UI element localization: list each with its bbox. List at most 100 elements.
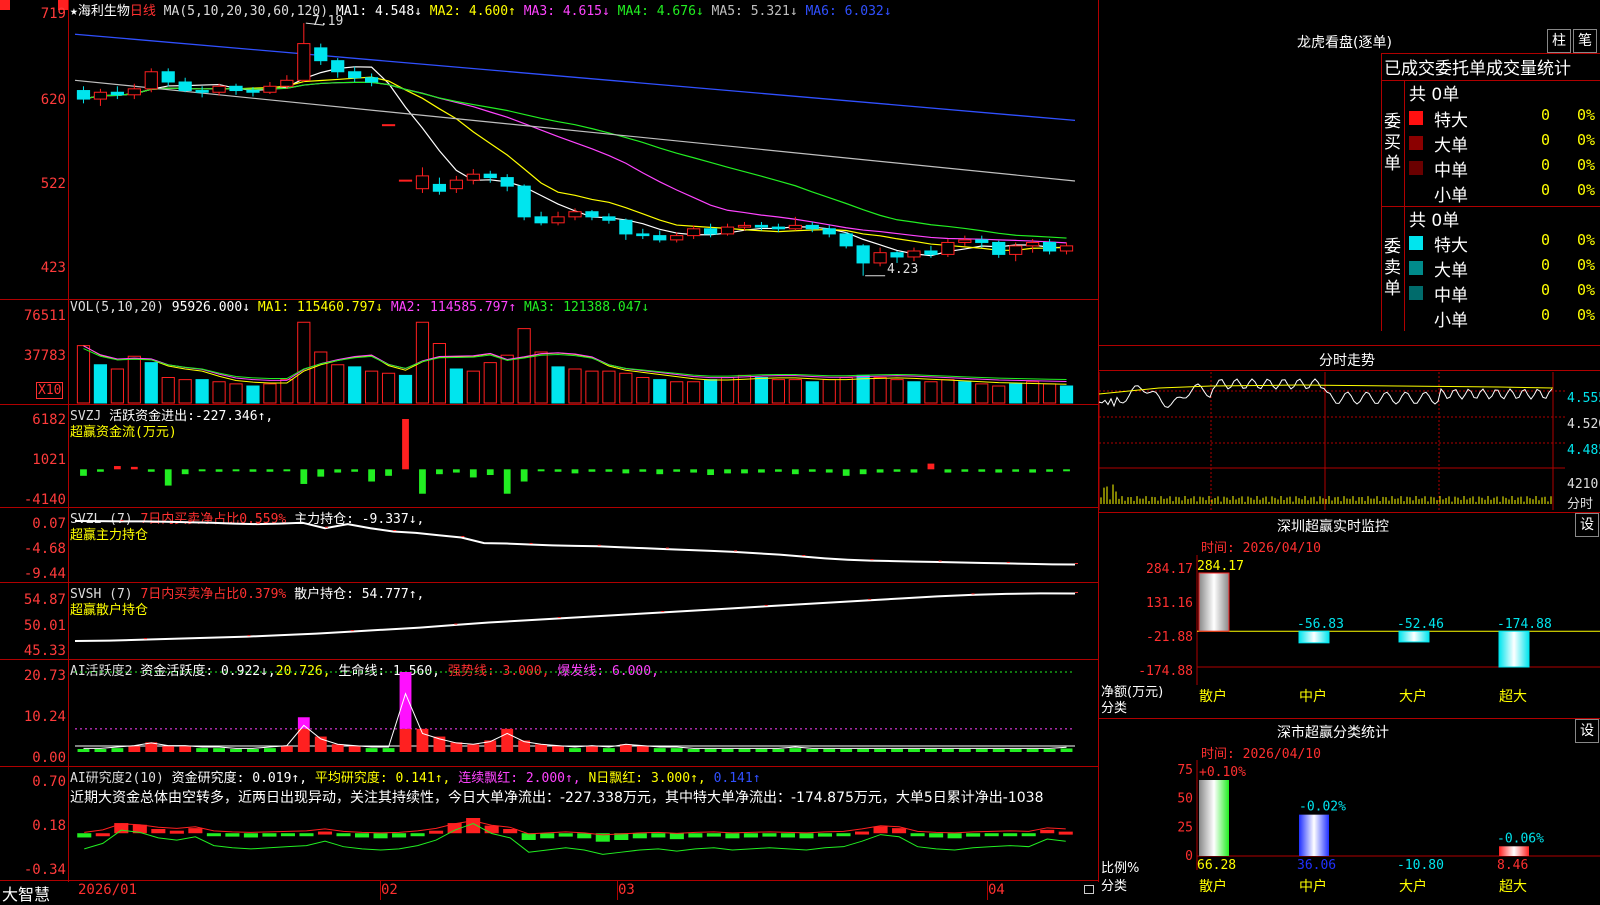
candle-body bbox=[873, 252, 887, 264]
ai1-bar bbox=[162, 746, 175, 752]
szmon-axis-0: 284.17 bbox=[1146, 562, 1193, 577]
szcls-pct-1: -0.02% bbox=[1299, 800, 1346, 815]
ai1-bar bbox=[297, 728, 310, 752]
main-chart-area[interactable]: ★海利生物日线 MA(5,10,20,30,60,120) MA1: 4.548… bbox=[0, 0, 1100, 904]
svzj-bar bbox=[791, 469, 799, 475]
period-label[interactable]: 日线 bbox=[130, 4, 156, 19]
svzj-bar bbox=[741, 469, 748, 474]
candle-body bbox=[229, 85, 243, 92]
candle-body bbox=[500, 177, 514, 187]
buy-row-pct-2: 0% bbox=[1577, 156, 1596, 174]
kline-axis-1: 620 bbox=[40, 92, 66, 108]
intraday-vol-label: 分时 bbox=[1567, 497, 1594, 512]
sz-class-chart[interactable]: 75 50 25 0 +0.10% -0.02% -0.06% 66.28 散户 36.06 中户 -… bbox=[1099, 760, 1600, 900]
sell-row-label-0: 特大 bbox=[1434, 236, 1468, 256]
vol-unit: X10 bbox=[36, 382, 64, 399]
intraday-axis-0: 4.555 bbox=[1567, 391, 1600, 406]
ai2-bar bbox=[77, 833, 92, 838]
candle-body bbox=[771, 226, 785, 230]
svzj-chart[interactable] bbox=[69, 405, 1098, 507]
vol-bar bbox=[703, 379, 718, 404]
candle-body bbox=[1059, 245, 1074, 252]
szmon-cat-3: 超大 bbox=[1499, 689, 1527, 705]
vol-bar bbox=[585, 370, 599, 404]
bar-mode-button[interactable]: 柱 bbox=[1547, 29, 1571, 53]
vol-bar bbox=[500, 354, 514, 404]
sell-swatch-1 bbox=[1409, 261, 1423, 275]
stat-tab[interactable]: 已成交委托单成交量统计 bbox=[1384, 54, 1571, 79]
szmon-bar-0 bbox=[1198, 572, 1230, 632]
ai2-bar bbox=[688, 833, 703, 838]
lock-icon[interactable] bbox=[1084, 885, 1094, 894]
sz-monitor-settings-button[interactable]: 设 bbox=[1575, 513, 1599, 537]
ai1-bar bbox=[925, 749, 937, 752]
buy-row-pct-1: 0% bbox=[1577, 131, 1596, 149]
svzj-bar bbox=[707, 469, 714, 476]
svzj-bar bbox=[130, 466, 138, 470]
vol-bar bbox=[381, 372, 396, 404]
tick-mode-button[interactable]: 笔 bbox=[1573, 29, 1597, 53]
ai-activity-chart[interactable] bbox=[69, 660, 1098, 766]
candle-body bbox=[246, 90, 260, 93]
svzj-bar bbox=[164, 469, 172, 486]
candle-body bbox=[144, 71, 158, 90]
vol-bar bbox=[331, 364, 345, 404]
svzl-chart[interactable] bbox=[69, 508, 1098, 582]
candle-body bbox=[314, 47, 328, 62]
sz-monitor-chart[interactable]: 284.17 131.16 -21.88 -174.88 284.17 散户 -56.83 中… bbox=[1099, 555, 1600, 715]
sz-class-settings-button[interactable]: 设 bbox=[1575, 719, 1599, 743]
candle-body bbox=[856, 245, 870, 264]
buy-row-pct-3: 0% bbox=[1577, 181, 1596, 199]
svzj-bar bbox=[97, 469, 104, 472]
ai1-bar bbox=[230, 749, 242, 752]
ma-legend-5: MA5: 5.321↓ bbox=[703, 4, 798, 19]
svzj-bar bbox=[588, 469, 596, 472]
szmon-axis-2: -21.88 bbox=[1146, 630, 1193, 645]
sell-row-count-1: 0 bbox=[1541, 256, 1551, 274]
ai-research-chart[interactable] bbox=[69, 767, 1098, 880]
svsh-chart[interactable] bbox=[69, 583, 1098, 659]
candle-body bbox=[720, 226, 735, 235]
svzj-bar bbox=[622, 469, 630, 474]
svzj-bar bbox=[334, 469, 342, 473]
vol-ma-legend-3: MA3: 121388.047↓ bbox=[516, 300, 650, 315]
ai2-bar bbox=[540, 833, 555, 839]
ma-line-2 bbox=[83, 76, 1067, 251]
ai2-axis-0: 0.70 bbox=[32, 774, 66, 790]
sell-row-pct-2: 0% bbox=[1577, 281, 1596, 299]
svzj-bar bbox=[113, 466, 121, 470]
vol-axis-1: 37783 bbox=[23, 348, 66, 364]
vol-bar bbox=[93, 364, 108, 404]
ai1-bar bbox=[653, 748, 666, 752]
ai2-bar bbox=[577, 833, 592, 839]
kline-chart[interactable] bbox=[69, 18, 1098, 298]
sz-monitor-date: 时间: 2026/04/10 bbox=[1201, 541, 1321, 556]
szcls-pct-2: -0.06% bbox=[1497, 831, 1544, 846]
svzj-bar bbox=[520, 469, 528, 482]
date-0: 2026/01 bbox=[78, 882, 138, 898]
lhkp-title: 龙虎看盘(逐单) bbox=[1297, 35, 1392, 51]
vol-bar bbox=[975, 383, 989, 404]
ai1-bar bbox=[535, 744, 548, 752]
candle-body bbox=[703, 228, 718, 235]
vol-bar bbox=[297, 321, 311, 404]
szcls-value-0: 66.28 bbox=[1197, 858, 1236, 873]
ai2-axis-2: -0.34 bbox=[23, 862, 66, 878]
ai2-bar bbox=[169, 830, 184, 834]
brand-label: 大智慧 bbox=[2, 885, 51, 904]
svzj-bar bbox=[419, 469, 426, 494]
svzj-bar bbox=[775, 469, 782, 472]
stock-name: ★海利生物 bbox=[70, 4, 130, 19]
candle-body bbox=[483, 173, 497, 179]
svzj-bar bbox=[469, 469, 477, 478]
vol-bar bbox=[619, 372, 633, 404]
volume-chart[interactable] bbox=[69, 318, 1098, 404]
date-3: 04 bbox=[988, 882, 1005, 898]
intraday-chart[interactable] bbox=[1098, 372, 1565, 510]
candle-body bbox=[127, 88, 141, 96]
candle-body bbox=[839, 233, 853, 247]
ai2-bar bbox=[114, 823, 129, 834]
buy-row-label-0: 特大 bbox=[1434, 111, 1468, 131]
sell-swatch-0 bbox=[1409, 236, 1423, 250]
svsh-axis-0: 54.87 bbox=[23, 592, 66, 608]
